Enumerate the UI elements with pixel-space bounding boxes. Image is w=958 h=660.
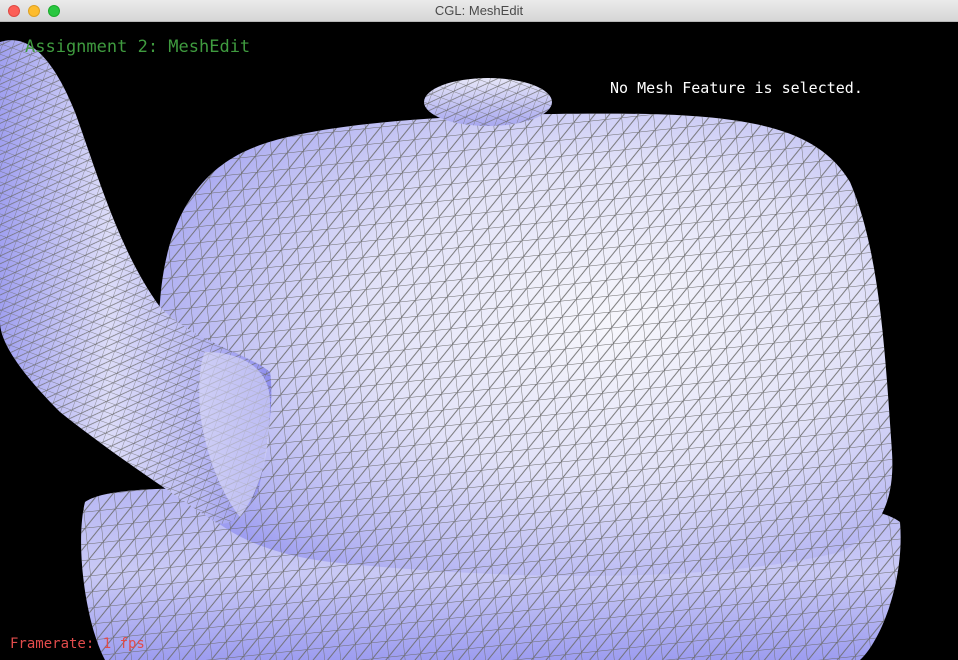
window-title: CGL: MeshEdit xyxy=(434,3,524,18)
assignment-title: Assignment 2: MeshEdit xyxy=(25,37,251,57)
mesh-viewport[interactable]: Assignment 2: MeshEdit No Mesh Feature i… xyxy=(0,22,958,660)
framerate-readout: Framerate: 1 fps xyxy=(10,636,145,652)
teapot-lid-knob xyxy=(424,78,552,126)
app-window: CGL: MeshEdit Assignment 2: MeshEdit No … xyxy=(0,0,958,660)
teapot-mesh-render[interactable] xyxy=(0,22,958,660)
teapot-body xyxy=(155,113,893,576)
title-bar[interactable]: CGL: MeshEdit xyxy=(0,0,958,22)
selection-status: No Mesh Feature is selected. xyxy=(610,79,863,97)
